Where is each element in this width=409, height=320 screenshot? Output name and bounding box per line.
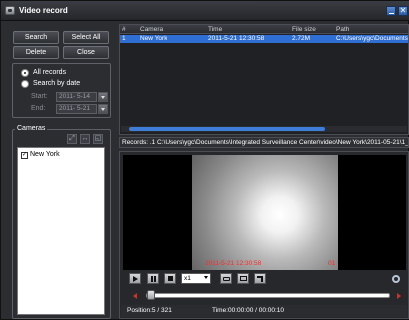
close-button[interactable]: Close bbox=[63, 46, 109, 59]
camera-icon bbox=[223, 277, 230, 281]
camera-action-icon-3[interactable]: ◱ bbox=[93, 134, 103, 144]
search-button[interactable]: Search bbox=[13, 31, 59, 44]
title-bar: Video record ✕ bbox=[1, 1, 409, 21]
all-records-label: All records bbox=[33, 69, 67, 76]
camera-item-new-york[interactable]: New York bbox=[30, 151, 60, 158]
play-button[interactable] bbox=[129, 273, 141, 284]
cameras-list: ✓ New York bbox=[17, 147, 105, 315]
search-by-date-radio[interactable] bbox=[21, 80, 29, 88]
column-header-number[interactable]: # bbox=[122, 25, 126, 34]
table-header: # Camera Time File size Path bbox=[120, 25, 408, 34]
step-back-icon[interactable] bbox=[133, 293, 137, 299]
pause-icon bbox=[151, 276, 153, 282]
row-time: 2011-5-21 12:30:58 bbox=[208, 35, 265, 42]
column-header-camera[interactable]: Camera bbox=[140, 25, 163, 34]
table-horizontal-scrollbar[interactable] bbox=[121, 126, 407, 132]
close-icon: ✕ bbox=[399, 6, 407, 15]
video-frame-image bbox=[192, 155, 338, 270]
camera-checkbox-new-york[interactable]: ✓ bbox=[21, 152, 28, 159]
display-button[interactable] bbox=[237, 273, 249, 284]
row-number: 1 bbox=[122, 35, 126, 42]
progress-slider-thumb[interactable] bbox=[146, 290, 155, 300]
filter-group: All records Search by date Start: 2011- … bbox=[12, 63, 111, 118]
records-table: # Camera Time File size Path 1 New York … bbox=[119, 24, 409, 135]
video-corner-number: 01 bbox=[328, 260, 336, 267]
minimize-button[interactable] bbox=[386, 6, 396, 16]
column-header-path[interactable]: Path bbox=[336, 25, 349, 34]
end-calendar-button[interactable] bbox=[98, 104, 108, 114]
select-all-button[interactable]: Select All bbox=[63, 31, 109, 44]
stop-button[interactable] bbox=[164, 273, 176, 284]
magnifier-icon[interactable] bbox=[392, 275, 400, 283]
column-header-time[interactable]: Time bbox=[208, 25, 222, 34]
search-by-date-label: Search by date bbox=[33, 80, 81, 87]
video-timestamp-overlay: 2011-5-21 12:30:58 bbox=[205, 260, 262, 267]
pause-button[interactable] bbox=[147, 273, 159, 284]
export-icon bbox=[257, 276, 263, 282]
column-header-file-size[interactable]: File size bbox=[292, 25, 316, 34]
play-icon bbox=[133, 276, 138, 282]
snapshot-button[interactable] bbox=[220, 273, 232, 284]
camera-action-icon-2[interactable]: ↔ bbox=[80, 134, 90, 144]
video-viewport[interactable]: 2011-5-21 12:30:58 01 bbox=[123, 155, 406, 270]
minimize-icon bbox=[388, 12, 394, 14]
row-camera: New York bbox=[140, 35, 168, 42]
chevron-down-icon bbox=[204, 276, 208, 279]
start-date-field[interactable]: 2011- 5-14 bbox=[56, 92, 97, 102]
monitor-icon bbox=[240, 276, 247, 281]
time-readout: Time:00:00:00 / 00:00:10 bbox=[212, 307, 285, 314]
progress-slider[interactable] bbox=[146, 293, 390, 298]
delete-button[interactable]: Delete bbox=[13, 46, 59, 59]
start-calendar-button[interactable] bbox=[98, 92, 108, 102]
export-button[interactable] bbox=[254, 273, 266, 284]
playback-status-bar: Position:5 / 321 Time:00:00:00 / 00:00:1… bbox=[121, 305, 407, 317]
end-label: End: bbox=[31, 105, 46, 112]
step-forward-icon[interactable] bbox=[397, 293, 401, 299]
video-record-app-icon bbox=[5, 6, 15, 15]
scrollbar-thumb[interactable] bbox=[129, 127, 325, 131]
position-readout: Position:5 / 321 bbox=[127, 307, 172, 314]
window-title: Video record bbox=[19, 6, 68, 15]
video-record-window: Video record ✕ Search Select All Delete … bbox=[0, 0, 409, 320]
camera-action-icon-1[interactable]: ⤢ bbox=[67, 134, 77, 144]
table-row[interactable]: 1 New York 2011-5-21 12:30:58 2.72M C:\U… bbox=[120, 35, 408, 43]
end-date-field[interactable]: 2011- 5-21 bbox=[56, 104, 97, 114]
row-path: C:\Users\ygc\Documents\ bbox=[336, 35, 408, 42]
stop-icon bbox=[168, 276, 173, 281]
close-window-button[interactable]: ✕ bbox=[398, 6, 408, 16]
start-label: Start: bbox=[31, 93, 48, 100]
records-status-bar: Records: .1 C:\Users\ygc\Documents\Integ… bbox=[119, 137, 409, 148]
row-file-size: 2.72M bbox=[292, 35, 311, 42]
all-records-radio[interactable] bbox=[21, 69, 29, 77]
cameras-label: Cameras bbox=[15, 125, 48, 132]
